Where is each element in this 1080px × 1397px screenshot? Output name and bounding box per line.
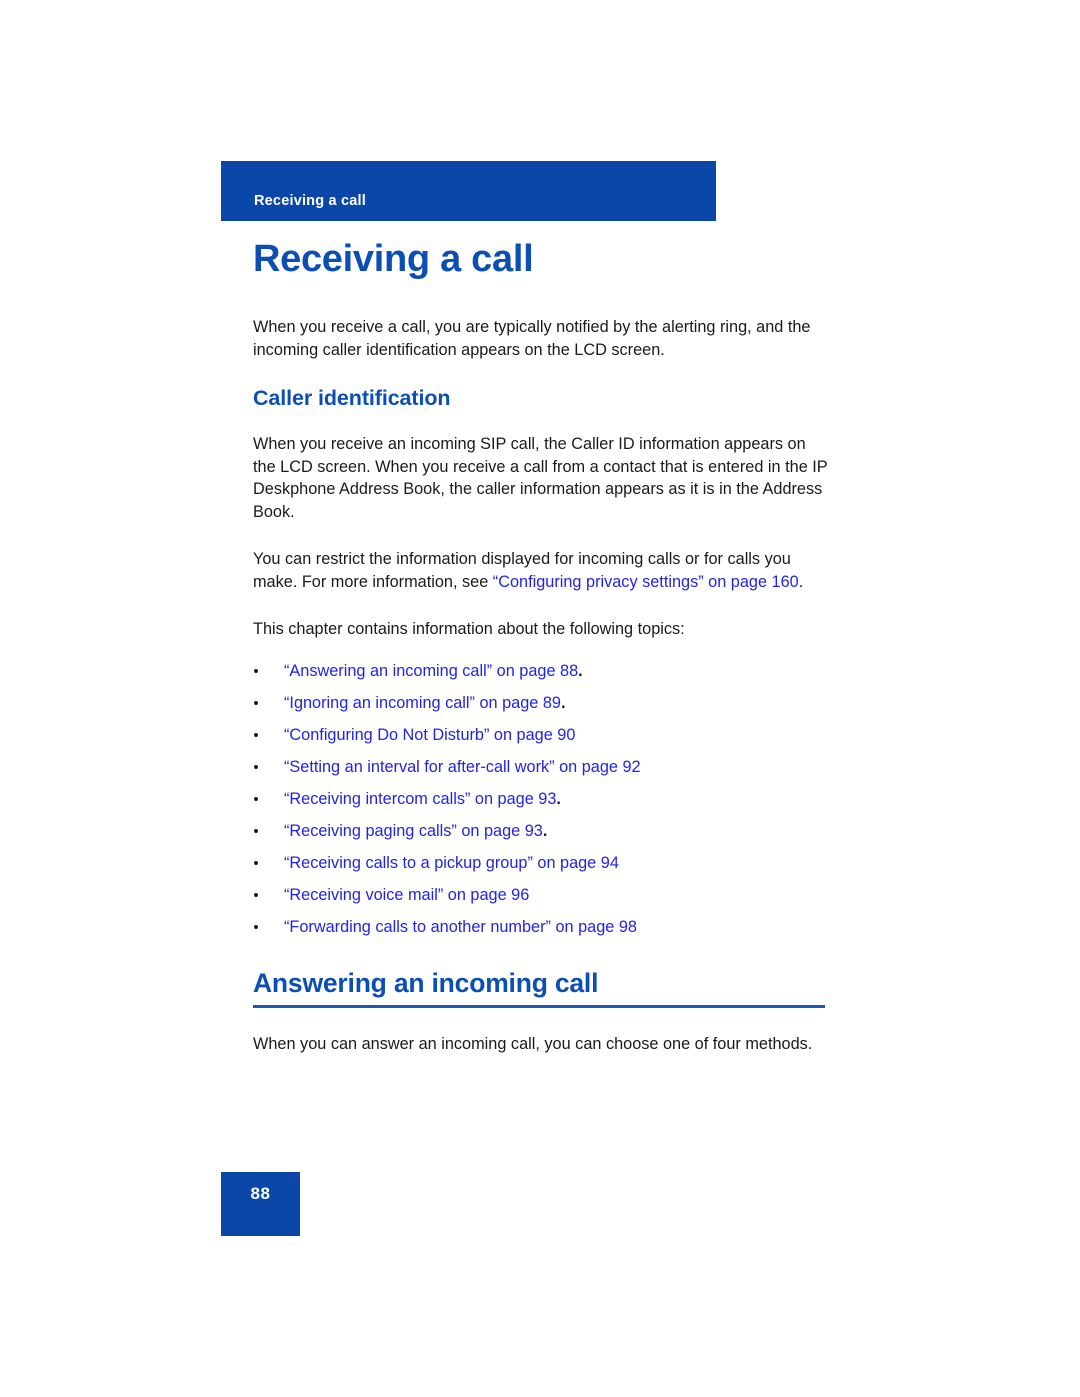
answering-paragraph: When you can answer an incoming call, yo… [253, 1034, 813, 1053]
list-item[interactable]: “Receiving paging calls” on page 93. [253, 815, 831, 847]
privacy-paragraph-trail: . [798, 572, 804, 591]
bullet-dot-icon [254, 700, 258, 705]
topics-intro-paragraph: This chapter contains information about … [253, 620, 685, 638]
link-configuring-privacy-settings[interactable]: “Configuring privacy settings” on page 1… [493, 573, 799, 591]
bullet-dot-icon [254, 796, 258, 801]
list-item[interactable]: “Receiving intercom calls” on page 93. [253, 783, 831, 815]
bullet-dot-icon [254, 732, 258, 737]
page-number: 88 [250, 1184, 271, 1203]
topic-link-list: “Answering an incoming call” on page 88.… [253, 655, 831, 943]
list-item[interactable]: “Configuring Do Not Disturb” on page 90 [253, 719, 831, 751]
bullet-dot-icon [254, 924, 258, 929]
topic-suffix: . [542, 821, 548, 840]
caller-identification-paragraph: When you receive an incoming SIP call, t… [253, 435, 828, 521]
link-receiving-calls-to-a-pickup-group[interactable]: “Receiving calls to a pickup group” on p… [284, 854, 619, 872]
list-item[interactable]: “Receiving calls to a pickup group” on p… [253, 847, 831, 879]
link-receiving-paging-calls[interactable]: “Receiving paging calls” on page 93 [284, 822, 543, 840]
page-number-box: 88 [221, 1172, 300, 1236]
topic-suffix: . [560, 693, 566, 712]
running-header-banner: Receiving a call [221, 161, 716, 221]
page-title: Receiving a call [253, 238, 534, 280]
bullet-dot-icon [254, 764, 258, 769]
privacy-settings-paragraph: You can restrict the information display… [253, 548, 831, 593]
content-column: When you receive a call, you are typical… [253, 316, 831, 1055]
intro-paragraph: When you receive a call, you are typical… [253, 318, 811, 359]
link-receiving-voice-mail[interactable]: “Receiving voice mail” on page 96 [284, 886, 529, 904]
topic-suffix: . [578, 661, 583, 680]
link-answering-an-incoming-call[interactable]: “Answering an incoming call” on page 88 [284, 662, 578, 680]
list-item[interactable]: “Setting an interval for after-call work… [253, 751, 831, 783]
caller-identification-heading: Caller identification [253, 386, 451, 410]
bullet-dot-icon [254, 828, 258, 833]
link-ignoring-an-incoming-call[interactable]: “Ignoring an incoming call” on page 89 [284, 694, 561, 712]
answering-an-incoming-call-heading: Answering an incoming call [253, 967, 599, 998]
running-header-text: Receiving a call [254, 193, 367, 209]
bullet-dot-icon [254, 860, 258, 865]
list-item[interactable]: “Answering an incoming call” on page 88. [253, 655, 831, 687]
link-receiving-intercom-calls[interactable]: “Receiving intercom calls” on page 93 [284, 790, 556, 808]
link-configuring-do-not-disturb[interactable]: “Configuring Do Not Disturb” on page 90 [284, 726, 575, 744]
link-forwarding-calls-to-another-number[interactable]: “Forwarding calls to another number” on … [284, 918, 637, 936]
bullet-dot-icon [254, 892, 258, 897]
document-page: Receiving a call Receiving a call When y… [0, 0, 1080, 1397]
topic-suffix: . [556, 789, 561, 808]
list-item[interactable]: “Ignoring an incoming call” on page 89. [253, 687, 831, 719]
bullet-dot-icon [254, 668, 258, 673]
list-item[interactable]: “Receiving voice mail” on page 96 [253, 879, 831, 911]
list-item[interactable]: “Forwarding calls to another number” on … [253, 911, 831, 943]
link-setting-an-interval-for-after-call-work[interactable]: “Setting an interval for after-call work… [284, 758, 641, 776]
